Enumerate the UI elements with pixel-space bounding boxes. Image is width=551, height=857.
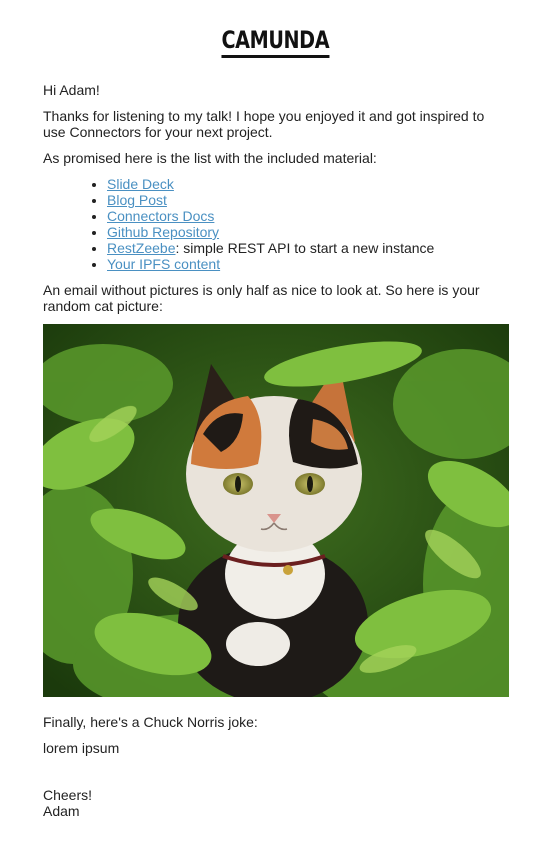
signature-name: Adam	[43, 803, 80, 819]
list-item: Connectors Docs	[107, 208, 509, 224]
blog-post-link[interactable]: Blog Post	[107, 192, 167, 208]
signoff: Cheers!	[43, 787, 93, 803]
greeting: Hi Adam!	[43, 82, 100, 98]
ipfs-content-link[interactable]: Your IPFS content	[107, 256, 220, 272]
signature-block: Cheers! Adam	[43, 787, 509, 819]
camunda-logo: CAMUNDA	[221, 26, 330, 58]
email-content: Hi Adam! Thanks for listening to my talk…	[43, 82, 509, 819]
connectors-docs-link[interactable]: Connectors Docs	[107, 208, 214, 224]
github-repository-link[interactable]: Github Repository	[107, 224, 219, 240]
list-item: Slide Deck	[107, 176, 509, 192]
cat-picture	[43, 324, 509, 697]
list-item: Blog Post	[107, 192, 509, 208]
intro-paragraph: Thanks for listening to my talk! I hope …	[43, 108, 485, 140]
email-body: CAMUNDA Hi Adam! Thanks for listening to…	[0, 0, 551, 857]
slide-deck-link[interactable]: Slide Deck	[107, 176, 174, 192]
list-item: Github Repository	[107, 224, 509, 240]
header: CAMUNDA	[0, 26, 551, 58]
restzeebe-link[interactable]: RestZeebe	[107, 240, 175, 256]
restzeebe-description: : simple REST API to start a new instanc…	[175, 240, 435, 256]
list-item: Your IPFS content	[107, 256, 509, 272]
picture-intro: An email without pictures is only half a…	[43, 282, 480, 314]
joke-text: lorem ipsum	[43, 740, 120, 756]
promise-paragraph: As promised here is the list with the in…	[43, 150, 377, 166]
joke-intro: Finally, here's a Chuck Norris joke:	[43, 714, 258, 730]
materials-list: Slide Deck Blog Post Connectors Docs Git…	[43, 176, 509, 272]
list-item: RestZeebe: simple REST API to start a ne…	[107, 240, 509, 256]
